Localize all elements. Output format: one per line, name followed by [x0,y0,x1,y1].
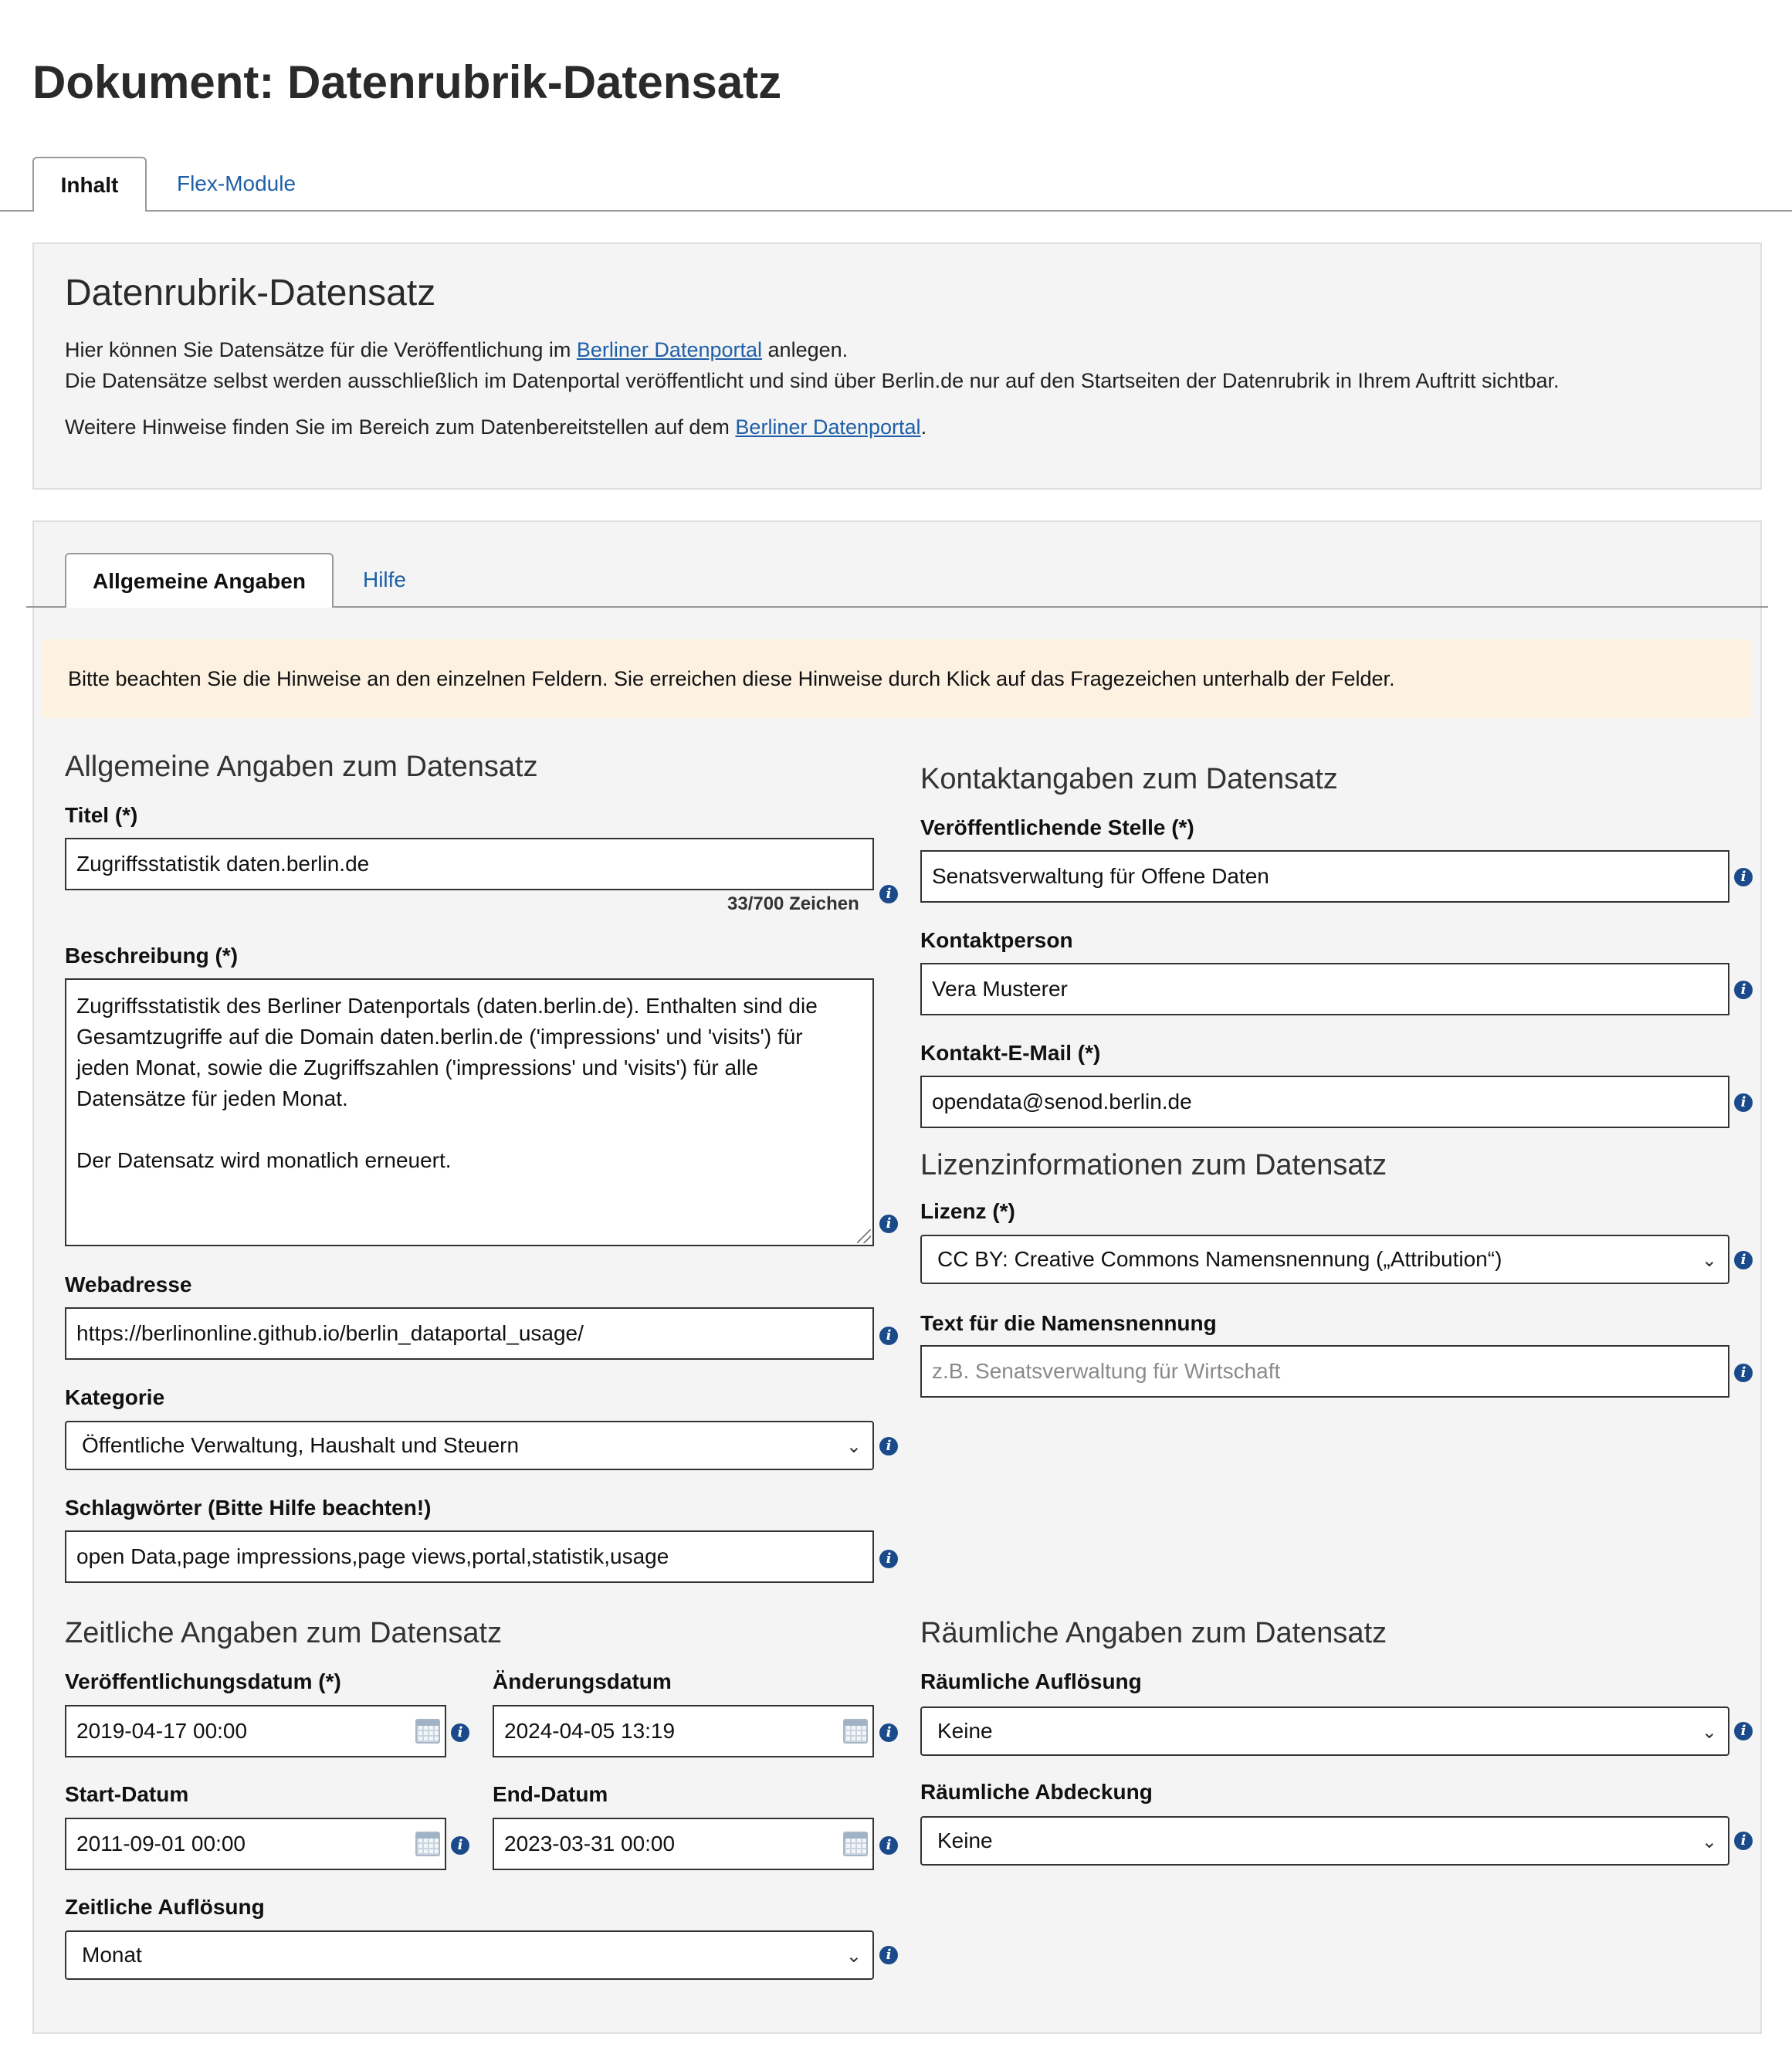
tab-flex-module[interactable]: Flex-Module [165,157,307,211]
info-icon[interactable]: i [879,1437,898,1456]
intro-line-3: Weitere Hinweise finden Sie im Bereich z… [65,415,927,439]
intro-line-1: Hier können Sie Datensätze für die Veröf… [65,338,849,361]
schlagwoerter-input[interactable]: open Data,page impressions,page views,po… [65,1530,874,1583]
kontaktperson-input[interactable]: Vera Musterer [920,963,1729,1015]
berliner-datenportal-link[interactable]: Berliner Datenportal [577,338,762,361]
chevron-down-icon: ⌄ [845,1436,862,1457]
end-datum-label: End-Datum [493,1782,608,1806]
beschreibung-textarea[interactable]: Zugriffsstatistik des Berliner Datenport… [65,978,874,1246]
beschreibung-line: Der Datensatz wird monatlich erneuert. [76,1148,452,1172]
notice-banner: Bitte beachten Sie die Hinweise an den e… [42,639,1751,718]
info-icon[interactable]: i [1734,868,1753,886]
veroeffentlichungsdatum-label: Veröffentlichungsdatum (*) [65,1669,341,1693]
webadresse-input[interactable]: https://berlinonline.github.io/berlin_da… [65,1307,874,1360]
calendar-icon[interactable] [415,1719,440,1744]
raeumliche-aufloesung-label: Räumliche Auflösung [920,1669,1142,1693]
section-title-contact: Kontaktangaben zum Datensatz [920,763,1338,795]
info-icon[interactable]: i [879,1550,898,1568]
section-title-license: Lizenzinformationen zum Datensatz [920,1149,1387,1181]
kontakt-email-label: Kontakt-E-Mail (*) [920,1041,1101,1065]
beschreibung-line: Datensätze für jeden Monat. [76,1086,348,1110]
berliner-datenportal-link-2[interactable]: Berliner Datenportal [735,415,920,439]
chevron-down-icon: ⌄ [845,1946,862,1967]
lizenz-select[interactable]: CC BY: Creative Commons Namensnennung („… [920,1235,1729,1284]
info-icon[interactable]: i [1734,1093,1753,1112]
info-icon[interactable]: i [451,1723,469,1742]
kontakt-email-input[interactable]: opendata@senod.berlin.de [920,1076,1729,1128]
beschreibung-line: jeden Monat, sowie die Zugriffszahlen ('… [76,1056,759,1079]
intro-line-2: Die Datensätze selbst werden ausschließl… [65,369,1560,392]
zeitliche-aufloesung-label: Zeitliche Auflösung [65,1895,265,1919]
info-icon[interactable]: i [451,1836,469,1855]
kontaktperson-label: Kontaktperson [920,928,1073,952]
tab-allgemeine-angaben[interactable]: Allgemeine Angaben [65,553,334,608]
chevron-down-icon: ⌄ [1701,1832,1717,1852]
beschreibung-line: Zugriffsstatistik des Berliner Datenport… [76,994,818,1018]
raeumliche-abdeckung-label: Räumliche Abdeckung [920,1780,1153,1804]
kategorie-label: Kategorie [65,1385,165,1409]
veroeffentlichende-stelle-label: Veröffentlichende Stelle (*) [920,815,1194,839]
info-icon[interactable]: i [879,1836,898,1855]
raeumliche-abdeckung-select[interactable]: Keine ⌄ [920,1816,1729,1866]
info-icon[interactable]: i [1734,1364,1753,1382]
chevron-down-icon: ⌄ [1701,1722,1717,1743]
aenderungsdatum-label: Änderungsdatum [493,1669,672,1693]
zeitliche-aufloesung-select[interactable]: Monat ⌄ [65,1930,874,1980]
webadresse-label: Webadresse [65,1273,192,1296]
start-datum-input[interactable]: 2011-09-01 00:00 [65,1818,446,1870]
info-icon[interactable]: i [1734,1722,1753,1740]
namensnennung-input[interactable]: z.B. Senatsverwaltung für Wirtschaft [920,1345,1729,1398]
veroeffentlichende-stelle-input[interactable]: Senatsverwaltung für Offene Daten [920,850,1729,903]
namensnennung-label: Text für die Namensnennung [920,1311,1217,1335]
titel-label: Titel (*) [65,803,138,827]
info-icon[interactable]: i [879,1215,898,1233]
kategorie-select[interactable]: Öffentliche Verwaltung, Haushalt und Ste… [65,1421,874,1470]
chevron-down-icon: ⌄ [1701,1250,1717,1271]
end-datum-input[interactable]: 2023-03-31 00:00 [493,1818,874,1870]
calendar-icon[interactable] [415,1832,440,1856]
lizenz-label: Lizenz (*) [920,1199,1015,1223]
info-icon[interactable]: i [879,885,898,903]
section-title-spatial: Räumliche Angaben zum Datensatz [920,1617,1387,1649]
schlagwoerter-label: Schlagwörter (Bitte Hilfe beachten!) [65,1496,432,1520]
info-icon[interactable]: i [1734,1251,1753,1269]
info-icon[interactable]: i [879,1723,898,1742]
titel-input[interactable]: Zugriffsstatistik daten.berlin.de [65,838,874,890]
veroeffentlichungsdatum-input[interactable]: 2019-04-17 00:00 [65,1705,446,1757]
beschreibung-line: Gesamtzugriffe auf die Domain daten.berl… [76,1025,803,1049]
section-title-temporal: Zeitliche Angaben zum Datensatz [65,1617,503,1649]
resize-handle[interactable] [857,1229,871,1243]
page-title: Dokument: Datenrubrik-Datensatz [32,56,782,108]
tab-hilfe[interactable]: Hilfe [352,553,417,607]
calendar-icon[interactable] [843,1719,868,1744]
section-title-general: Allgemeine Angaben zum Datensatz [65,751,538,783]
beschreibung-line [76,1114,862,1145]
info-icon[interactable]: i [1734,1832,1753,1850]
titel-char-counter: 33/700 Zeichen [727,893,859,914]
aenderungsdatum-input[interactable]: 2024-04-05 13:19 [493,1705,874,1757]
tab-inhalt[interactable]: Inhalt [32,157,147,212]
beschreibung-label: Beschreibung (*) [65,944,239,968]
raeumliche-aufloesung-select[interactable]: Keine ⌄ [920,1706,1729,1756]
info-icon[interactable]: i [1734,981,1753,999]
start-datum-label: Start-Datum [65,1782,189,1806]
info-icon[interactable]: i [879,1327,898,1345]
intro-title: Datenrubrik-Datensatz [65,273,436,313]
calendar-icon[interactable] [843,1832,868,1856]
info-icon[interactable]: i [879,1946,898,1964]
